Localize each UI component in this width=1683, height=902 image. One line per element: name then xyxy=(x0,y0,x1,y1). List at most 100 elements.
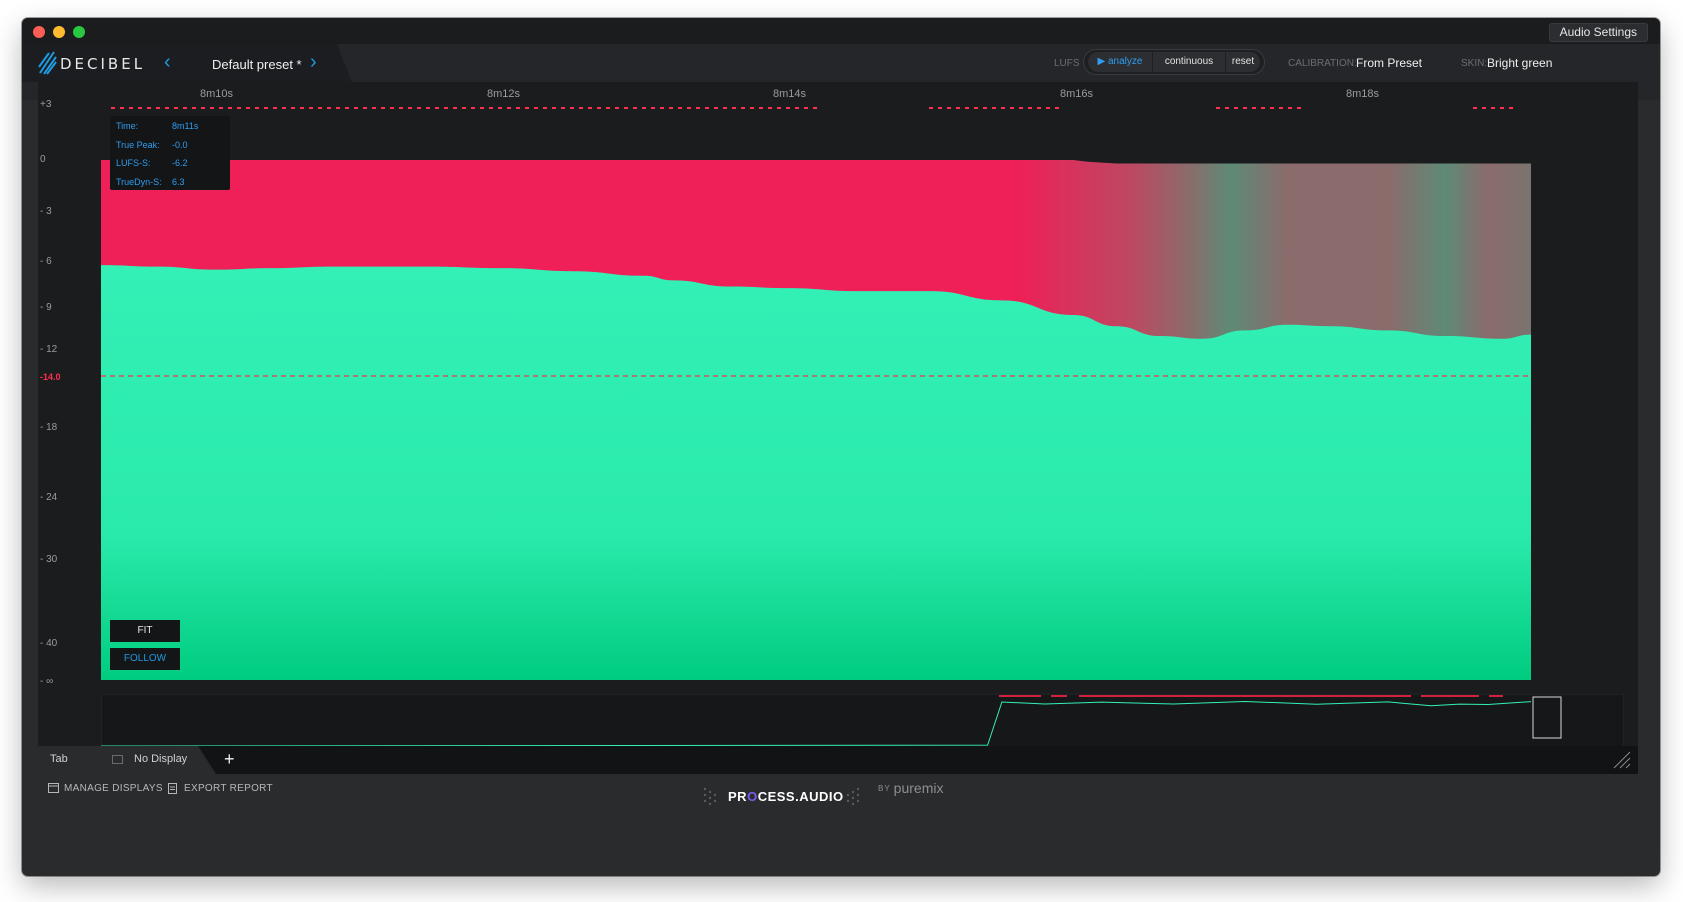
add-tab-plus-icon[interactable]: + xyxy=(224,749,235,770)
clip-mark xyxy=(992,107,996,109)
fit-button[interactable]: FIT xyxy=(110,620,180,642)
info-value-true-peak: -0.0 xyxy=(172,140,188,150)
clip-mark xyxy=(1046,107,1050,109)
manage-displays-icon xyxy=(48,783,59,793)
clip-mark xyxy=(660,107,664,109)
loudness-plot[interactable] xyxy=(101,105,1624,685)
clip-mark xyxy=(246,107,250,109)
info-value-truedyn-s: 6.3 xyxy=(172,177,185,187)
audio-settings-button[interactable]: Audio Settings xyxy=(1548,23,1648,42)
clip-mark xyxy=(1491,107,1495,109)
clip-mark xyxy=(390,107,394,109)
clip-mark xyxy=(219,107,223,109)
time-tick-label: 8m10s xyxy=(200,88,234,100)
y-tick-label: - 12 xyxy=(40,344,58,355)
time-tick-label: 8m18s xyxy=(1346,88,1380,100)
manage-displays-button[interactable]: MANAGE DISPLAYS xyxy=(48,783,163,794)
zoom-window-button[interactable] xyxy=(73,26,85,38)
y-tick-label: - 24 xyxy=(40,492,58,503)
clip-mark xyxy=(1288,107,1292,109)
clip-mark xyxy=(1500,107,1504,109)
clip-mark xyxy=(1225,107,1229,109)
clip-mark xyxy=(174,107,178,109)
follow-button[interactable]: FOLLOW xyxy=(110,648,180,670)
clip-mark xyxy=(696,107,700,109)
clip-mark xyxy=(444,107,448,109)
clip-mark xyxy=(1028,107,1032,109)
minimize-window-button[interactable] xyxy=(53,26,65,38)
time-tick-label: 8m12s xyxy=(487,88,521,100)
clip-mark xyxy=(714,107,718,109)
clip-mark xyxy=(813,107,817,109)
loudness-history-chart[interactable]: 8m10s 8m12s 8m14s 8m16s 8m18s +3 0 - 3 -… xyxy=(38,82,1638,762)
clip-mark xyxy=(453,107,457,109)
preset-name[interactable]: Default preset * xyxy=(212,57,302,72)
y-tick-label: - ∞ xyxy=(40,676,54,687)
export-report-button[interactable]: EXPORT REPORT xyxy=(168,783,273,794)
skin-value[interactable]: Bright green xyxy=(1487,56,1552,70)
clip-mark xyxy=(642,107,646,109)
cursor-info-panel: Time: 8m11s True Peak: -0.0 LUFS-S: -6.2… xyxy=(110,116,230,190)
clip-mark xyxy=(956,107,960,109)
clip-mark xyxy=(588,107,592,109)
clip-mark xyxy=(1234,107,1238,109)
display-icon xyxy=(112,755,123,764)
clip-mark xyxy=(273,107,277,109)
clip-mark xyxy=(435,107,439,109)
clip-mark xyxy=(192,107,196,109)
footer-bar: MANAGE DISPLAYS EXPORT REPORT PROCESS.AU… xyxy=(22,774,1660,826)
overview-peak-mark xyxy=(999,695,1041,697)
clip-mark xyxy=(705,107,709,109)
clip-mark xyxy=(1019,107,1023,109)
info-label-truedyn-s: TrueDyn-S: xyxy=(116,177,162,187)
clip-mark xyxy=(120,107,124,109)
puremix-logo: BY puremix xyxy=(878,780,943,796)
next-preset-chevron-right-icon[interactable]: › xyxy=(310,52,317,72)
clip-mark xyxy=(507,107,511,109)
info-value-time: 8m11s xyxy=(172,121,199,131)
overview-peak-mark xyxy=(1051,695,1067,697)
prev-preset-chevron-left-icon[interactable]: ‹ xyxy=(164,52,171,72)
info-label-time: Time: xyxy=(116,121,139,131)
brand-name: DECIBEL xyxy=(60,55,146,73)
clip-mark xyxy=(750,107,754,109)
close-window-button[interactable] xyxy=(33,26,45,38)
play-icon: ▶ xyxy=(1097,56,1108,67)
logo-o-mark: O xyxy=(747,789,758,804)
clip-mark xyxy=(129,107,133,109)
clip-mark xyxy=(543,107,547,109)
clip-mark xyxy=(1001,107,1005,109)
continuous-button[interactable]: continuous xyxy=(1153,52,1225,72)
clip-mark xyxy=(237,107,241,109)
tab-main[interactable]: Tab No Display xyxy=(38,746,216,774)
overview-navigator[interactable] xyxy=(101,694,1624,750)
clip-mark xyxy=(732,107,736,109)
clip-mark xyxy=(768,107,772,109)
y-tick-label: - 6 xyxy=(40,256,52,267)
clip-mark xyxy=(1482,107,1486,109)
clip-mark xyxy=(983,107,987,109)
export-report-icon xyxy=(168,783,177,794)
decibel-logo-icon xyxy=(38,51,57,75)
calibration-value[interactable]: From Preset xyxy=(1356,56,1422,70)
analyze-button[interactable]: ▶ analyze xyxy=(1088,52,1152,72)
resize-grip-icon[interactable] xyxy=(1612,750,1632,770)
target-level-label: -14.0 xyxy=(40,372,61,382)
clip-mark xyxy=(1216,107,1220,109)
reset-button[interactable]: reset xyxy=(1226,52,1260,72)
clip-mark xyxy=(651,107,655,109)
dots-decoration-icon xyxy=(846,787,860,806)
clip-mark xyxy=(480,107,484,109)
clip-mark xyxy=(606,107,610,109)
calibration-label: CALIBRATION: xyxy=(1288,58,1357,69)
y-tick-label: 0 xyxy=(40,154,46,165)
clip-mark xyxy=(489,107,493,109)
clip-mark xyxy=(255,107,259,109)
info-label-lufs-s: LUFS-S: xyxy=(116,158,151,168)
y-tick-label: - 40 xyxy=(40,638,58,649)
no-display-label: No Display xyxy=(134,753,188,765)
clip-mark xyxy=(1037,107,1041,109)
clip-mark xyxy=(759,107,763,109)
clip-mark xyxy=(624,107,628,109)
clip-mark xyxy=(156,107,160,109)
